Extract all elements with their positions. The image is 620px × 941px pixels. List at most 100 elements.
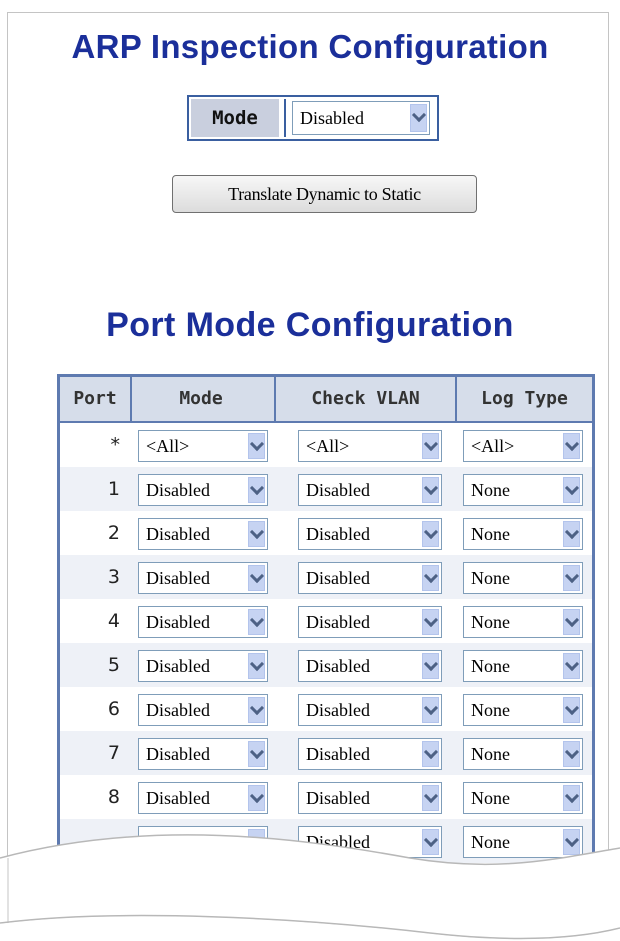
chevron-down-icon[interactable]	[563, 565, 580, 591]
port-mode-select[interactable]: Disabled	[138, 562, 268, 594]
log-type-select[interactable]: None	[463, 474, 583, 506]
check-vlan-value: Disabled	[306, 700, 370, 720]
check-vlan-select[interactable]: Disabled	[298, 738, 442, 770]
log-type-select[interactable]: None	[463, 738, 583, 770]
check-vlan-select[interactable]: Disabled	[298, 474, 442, 506]
table-row: 3 Disabled Disabled None	[60, 555, 592, 599]
chevron-down-icon[interactable]	[248, 477, 265, 503]
chevron-down-icon[interactable]	[248, 565, 265, 591]
chevron-down-icon[interactable]	[248, 741, 265, 767]
header-log-type: Log Type	[481, 388, 568, 409]
chevron-down-icon[interactable]	[422, 741, 439, 767]
log-type-select[interactable]: <All>	[463, 430, 583, 462]
check-vlan-value: Disabled	[306, 788, 370, 808]
mode-label: Mode	[191, 99, 279, 137]
chevron-down-icon[interactable]	[248, 433, 265, 459]
table-row: 8 Disabled Disabled None	[60, 775, 592, 819]
port-mode-select[interactable]: <All>	[138, 430, 268, 462]
page-cut-wave	[0, 834, 620, 941]
port-mode-value: Disabled	[146, 524, 210, 544]
table-row: 6 Disabled Disabled None	[60, 687, 592, 731]
port-mode-select[interactable]: Disabled	[138, 474, 268, 506]
chevron-down-icon[interactable]	[563, 477, 580, 503]
chevron-down-icon[interactable]	[563, 433, 580, 459]
check-vlan-select[interactable]: Disabled	[298, 606, 442, 638]
port-number: 1	[107, 478, 120, 500]
chevron-down-icon[interactable]	[248, 697, 265, 723]
log-type-select[interactable]: None	[463, 782, 583, 814]
chevron-down-icon[interactable]	[563, 521, 580, 547]
port-number: 7	[107, 742, 120, 764]
global-mode-value: Disabled	[300, 108, 364, 128]
port-mode-section-title: Port Mode Configuration	[106, 306, 514, 344]
chevron-down-icon[interactable]	[422, 785, 439, 811]
port-mode-select[interactable]: Disabled	[138, 694, 268, 726]
table-row: 1 Disabled Disabled None	[60, 467, 592, 511]
port-mode-value: Disabled	[146, 700, 210, 720]
check-vlan-select[interactable]: <All>	[298, 430, 442, 462]
chevron-down-icon[interactable]	[422, 565, 439, 591]
log-type-select[interactable]: None	[463, 562, 583, 594]
chevron-down-icon[interactable]	[422, 609, 439, 635]
port-mode-value: Disabled	[146, 744, 210, 764]
mode-divider	[284, 99, 286, 137]
port-mode-select[interactable]: Disabled	[138, 782, 268, 814]
log-type-value: None	[471, 612, 510, 632]
log-type-value: None	[471, 480, 510, 500]
chevron-down-icon[interactable]	[563, 697, 580, 723]
check-vlan-select[interactable]: Disabled	[298, 562, 442, 594]
global-mode-select[interactable]: Disabled	[292, 101, 430, 135]
log-type-value: None	[471, 568, 510, 588]
global-mode-box: Mode Disabled	[187, 95, 439, 141]
table-row: 7 Disabled Disabled None	[60, 731, 592, 775]
chevron-down-icon[interactable]	[248, 653, 265, 679]
log-type-select[interactable]: None	[463, 518, 583, 550]
port-mode-value: Disabled	[146, 568, 210, 588]
header-check-vlan: Check VLAN	[311, 388, 420, 409]
chevron-down-icon[interactable]	[422, 697, 439, 723]
log-type-value: None	[471, 744, 510, 764]
port-mode-value: <All>	[146, 436, 190, 456]
port-mode-value: Disabled	[146, 656, 210, 676]
translate-dynamic-to-static-button[interactable]: Translate Dynamic to Static	[172, 175, 477, 213]
chevron-down-icon[interactable]	[422, 521, 439, 547]
check-vlan-value: Disabled	[306, 524, 370, 544]
log-type-value: None	[471, 656, 510, 676]
check-vlan-value: Disabled	[306, 568, 370, 588]
log-type-select[interactable]: None	[463, 606, 583, 638]
chevron-down-icon[interactable]	[422, 477, 439, 503]
port-number: *	[110, 434, 121, 456]
check-vlan-value: Disabled	[306, 612, 370, 632]
check-vlan-value: Disabled	[306, 656, 370, 676]
chevron-down-icon[interactable]	[563, 785, 580, 811]
port-number: 8	[107, 786, 120, 808]
port-mode-select[interactable]: Disabled	[138, 738, 268, 770]
chevron-down-icon[interactable]	[248, 521, 265, 547]
chevron-down-icon[interactable]	[248, 609, 265, 635]
check-vlan-select[interactable]: Disabled	[298, 518, 442, 550]
table-header: Port Mode Check VLAN Log Type	[60, 377, 592, 423]
port-mode-select[interactable]: Disabled	[138, 518, 268, 550]
log-type-select[interactable]: None	[463, 650, 583, 682]
chevron-down-icon[interactable]	[563, 609, 580, 635]
port-mode-select[interactable]: Disabled	[138, 650, 268, 682]
header-port: Port	[73, 388, 117, 409]
check-vlan-select[interactable]: Disabled	[298, 782, 442, 814]
check-vlan-select[interactable]: Disabled	[298, 650, 442, 682]
chevron-down-icon[interactable]	[248, 785, 265, 811]
page-title: ARP Inspection Configuration	[71, 28, 549, 65]
table-row: 5 Disabled Disabled None	[60, 643, 592, 687]
check-vlan-value: <All>	[306, 436, 350, 456]
port-mode-select[interactable]: Disabled	[138, 606, 268, 638]
table-row: 2 Disabled Disabled None	[60, 511, 592, 555]
chevron-down-icon[interactable]	[563, 741, 580, 767]
log-type-value: None	[471, 788, 510, 808]
port-number: 4	[107, 610, 120, 632]
chevron-down-icon[interactable]	[410, 104, 427, 132]
chevron-down-icon[interactable]	[422, 433, 439, 459]
chevron-down-icon[interactable]	[563, 653, 580, 679]
port-number: 2	[107, 522, 120, 544]
check-vlan-select[interactable]: Disabled	[298, 694, 442, 726]
chevron-down-icon[interactable]	[422, 653, 439, 679]
log-type-select[interactable]: None	[463, 694, 583, 726]
